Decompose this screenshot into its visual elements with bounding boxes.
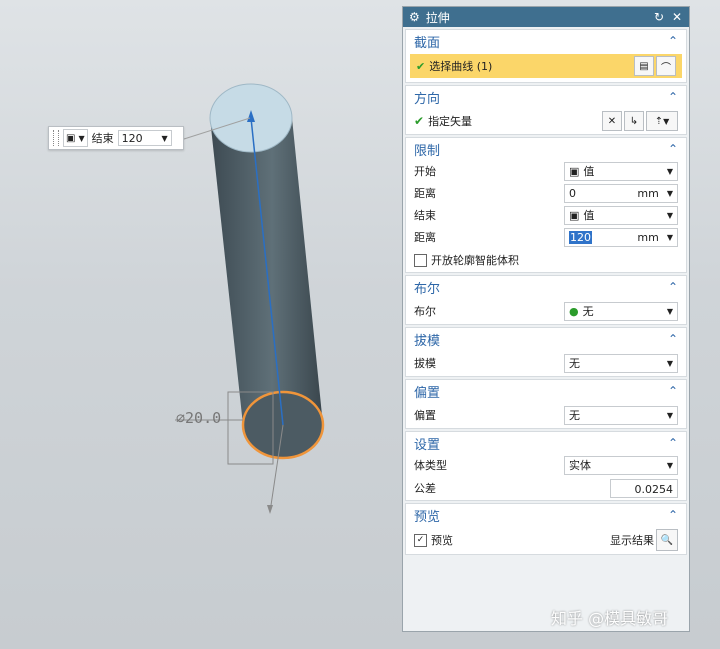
- cylinder-model[interactable]: ∅20.0: [0, 0, 402, 649]
- diameter-dimension: ∅20.0: [176, 409, 221, 427]
- preview-group: 预览 ⌃ ✓ 预览 显示结果 🔍: [405, 503, 687, 555]
- body-type-label: 体类型: [414, 459, 447, 472]
- section-header[interactable]: 截面 ⌃: [406, 30, 686, 52]
- settings-header[interactable]: 设置 ⌃: [406, 432, 686, 454]
- extrude-dialog: ⚙ 拉伸 ↻ ✕ 截面 ⌃ ✔ 选择曲线 (1) ▤ ⌒ 方向 ⌃ ✔ 指定矢量 ✕…: [402, 6, 690, 632]
- section-group: 截面 ⌃ ✔ 选择曲线 (1) ▤ ⌒: [405, 29, 687, 83]
- vector-dialog-icon[interactable]: ↳: [624, 111, 644, 131]
- close-icon[interactable]: ✕: [671, 10, 683, 24]
- vector-type-dropdown[interactable]: ⇡ ▼: [646, 111, 678, 131]
- draft-combo[interactable]: 无 ▼: [564, 353, 678, 373]
- select-curve-row[interactable]: ✔ 选择曲线 (1) ▤ ⌒: [410, 54, 682, 78]
- end-label: 结束: [414, 209, 436, 222]
- start-combo[interactable]: ▣ 值 ▼: [564, 161, 678, 181]
- limits-group: 限制 ⌃ 开始 ▣ 值 ▼ 距离 0 mm ▼ 结束 ▣ 值 ▼ 距离 120 mm ▼ 开放轮廓…: [405, 137, 687, 273]
- draft-header[interactable]: 拔模 ⌃: [406, 328, 686, 350]
- start-label: 开始: [414, 165, 436, 178]
- end-label: 结束: [91, 132, 114, 145]
- offset-label: 偏置: [414, 409, 436, 422]
- settings-group: 设置 ⌃ 体类型 实体 ▼ 公差 0.0254: [405, 431, 687, 501]
- collapse-icon: ⌃: [667, 508, 678, 522]
- offset-header[interactable]: 偏置 ⌃: [406, 380, 686, 402]
- collapse-icon: ⌃: [667, 34, 678, 48]
- boolean-label: 布尔: [414, 305, 436, 318]
- direction-header[interactable]: 方向 ⌃: [406, 86, 686, 108]
- tolerance-label: 公差: [414, 482, 436, 495]
- start-distance-input[interactable]: 0 mm ▼: [564, 183, 678, 203]
- limits-header[interactable]: 限制 ⌃: [406, 138, 686, 160]
- reset-icon[interactable]: ↻: [653, 10, 665, 24]
- cube-icon: ▣: [569, 208, 580, 222]
- direction-group: 方向 ⌃ ✔ 指定矢量 ✕ ↳ ⇡ ▼: [405, 85, 687, 135]
- dialog-titlebar: ⚙ 拉伸 ↻ ✕: [403, 7, 689, 27]
- end-value-combo[interactable]: 120 ▼: [117, 130, 172, 146]
- dialog-title: 拉伸: [425, 10, 450, 25]
- end-distance-label: 距离: [414, 231, 436, 244]
- curve-icon[interactable]: ⌒: [656, 56, 676, 76]
- collapse-icon: ⌃: [667, 384, 678, 398]
- offset-combo[interactable]: 无 ▼: [564, 405, 678, 425]
- collapse-icon: ⌃: [667, 142, 678, 156]
- preview-header[interactable]: 预览 ⌃: [406, 504, 686, 526]
- end-distance-input[interactable]: 120 mm ▼: [564, 227, 678, 247]
- limit-type-dropdown[interactable]: ▣ ▼: [63, 129, 88, 147]
- watermark: 知乎 @模具敏哥: [551, 609, 669, 628]
- draft-label: 拔模: [414, 357, 436, 370]
- collapse-icon: ⌃: [667, 332, 678, 346]
- end-combo[interactable]: ▣ 值 ▼: [564, 205, 678, 225]
- cube-icon: ▣: [66, 132, 76, 144]
- check-icon: ✔: [416, 59, 426, 73]
- collapse-icon: ⌃: [667, 90, 678, 104]
- floating-toolbar: ▣ ▼ 结束 120 ▼: [48, 126, 184, 150]
- gear-icon: ⚙: [409, 10, 420, 24]
- preview-checkbox[interactable]: ✓: [414, 533, 427, 547]
- graphics-viewport[interactable]: ∅20.0 ▣ ▼ 结束 120 ▼: [0, 0, 402, 649]
- magnifier-icon[interactable]: 🔍: [656, 529, 678, 551]
- tolerance-input[interactable]: 0.0254: [610, 478, 678, 498]
- boolean-none-icon: ●: [569, 304, 579, 318]
- boolean-combo[interactable]: ● 无 ▼: [564, 301, 678, 321]
- draft-group: 拔模 ⌃ 拔模 无 ▼: [405, 327, 687, 377]
- sketch-section-icon[interactable]: ▤: [634, 56, 654, 76]
- reverse-direction-icon[interactable]: ✕: [602, 111, 622, 131]
- show-result-label: 显示结果: [610, 534, 654, 547]
- boolean-group: 布尔 ⌃ 布尔 ● 无 ▼: [405, 275, 687, 325]
- cube-icon: ▣: [569, 164, 580, 178]
- toolbar-grip[interactable]: [53, 130, 59, 146]
- collapse-icon: ⌃: [667, 280, 678, 294]
- collapse-icon: ⌃: [667, 436, 678, 450]
- body-type-combo[interactable]: 实体 ▼: [564, 455, 678, 475]
- offset-group: 偏置 ⌃ 偏置 无 ▼: [405, 379, 687, 429]
- open-profile-label: 开放轮廓智能体积: [431, 254, 519, 267]
- start-distance-label: 距离: [414, 187, 436, 200]
- check-icon: ✔: [414, 114, 425, 128]
- specify-vector-label: 指定矢量: [428, 115, 473, 128]
- boolean-header[interactable]: 布尔 ⌃: [406, 276, 686, 298]
- open-profile-checkbox[interactable]: [414, 253, 427, 267]
- preview-label: 预览: [431, 534, 453, 547]
